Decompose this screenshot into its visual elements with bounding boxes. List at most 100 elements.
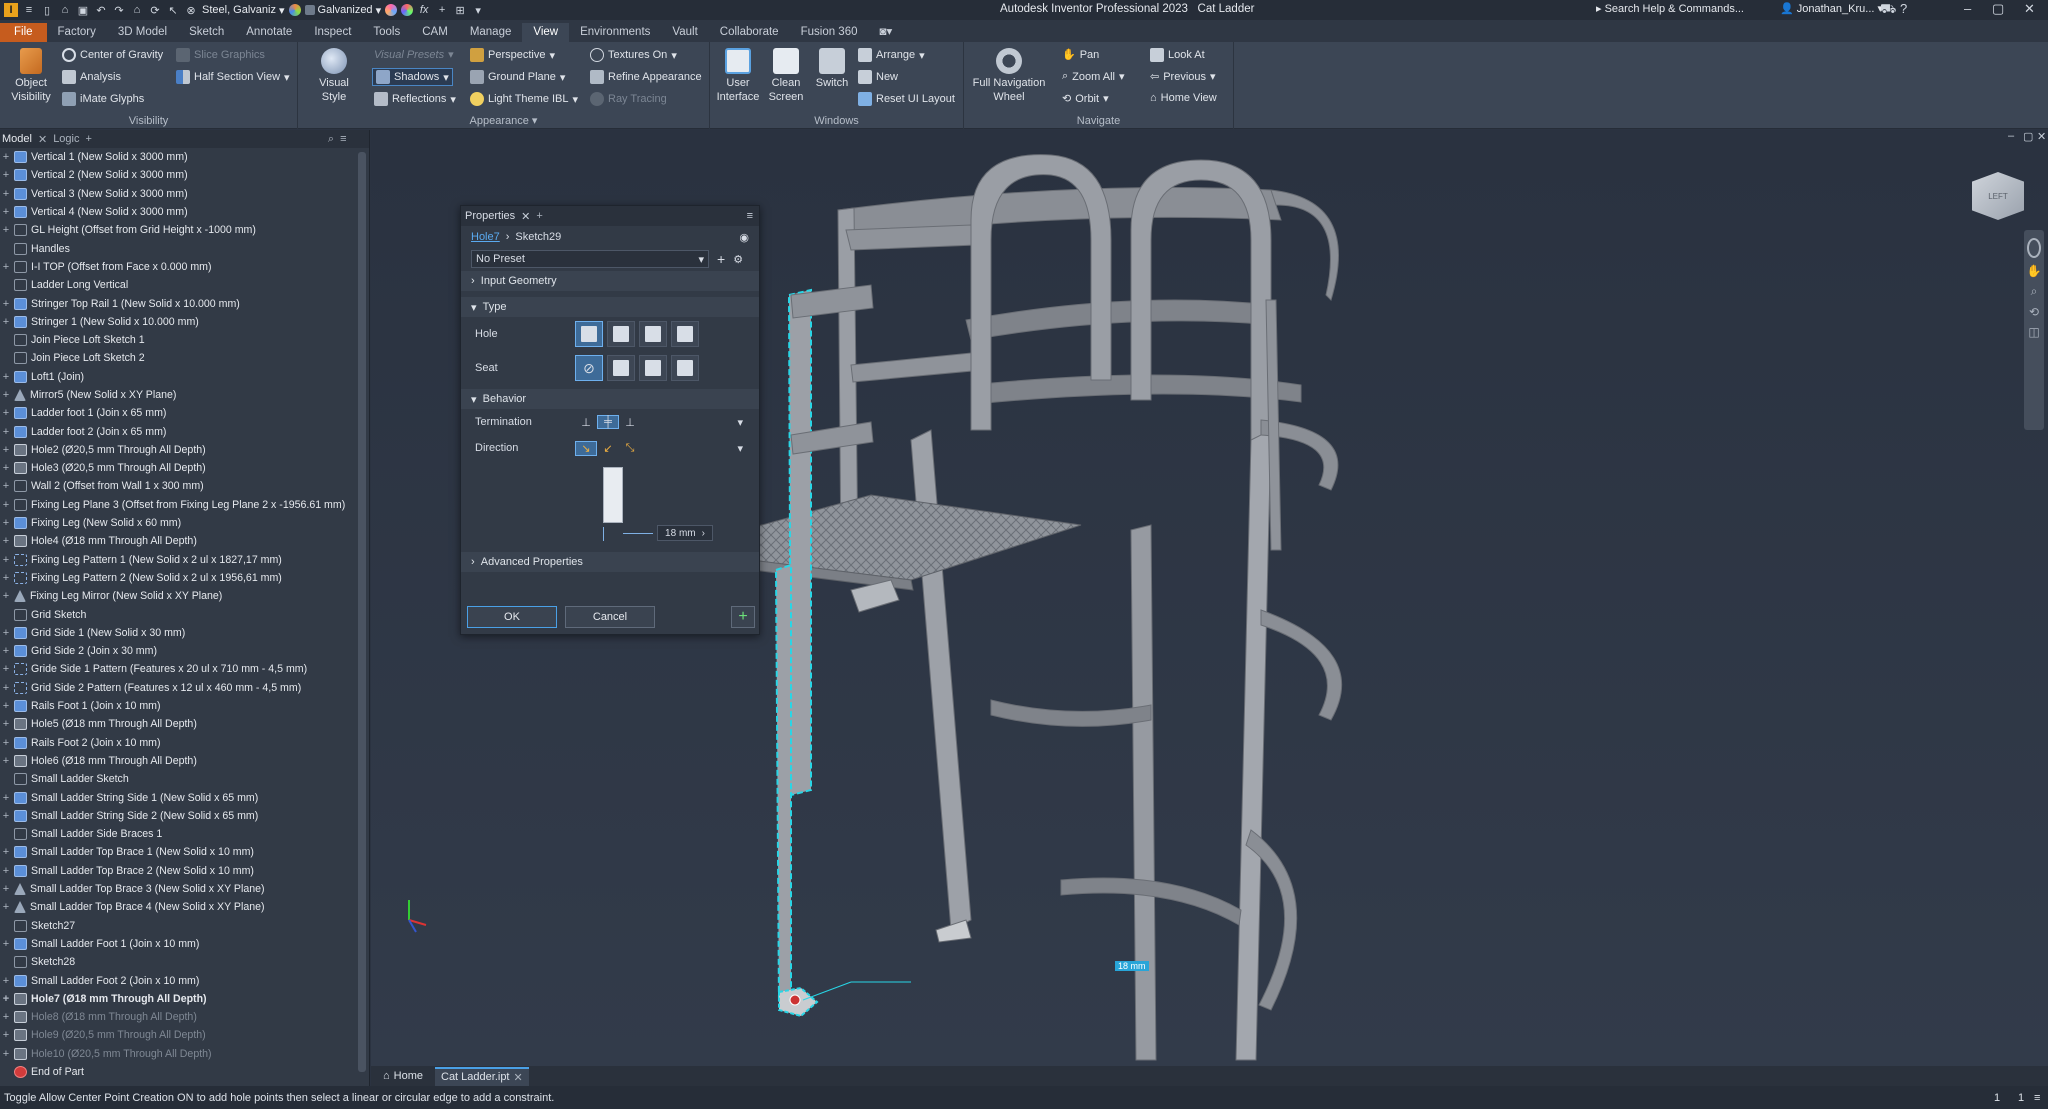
- slice-graphics-button[interactable]: Slice Graphics: [176, 48, 265, 62]
- clear-appearance-icon[interactable]: [401, 4, 413, 16]
- tree-item[interactable]: Join Piece Loft Sketch 1: [0, 331, 356, 349]
- expand-icon[interactable]: +: [0, 627, 12, 639]
- expand-icon[interactable]: +: [0, 792, 12, 804]
- tab-vault[interactable]: Vault: [661, 23, 708, 42]
- tab-model[interactable]: Model: [2, 133, 32, 145]
- previous-view-button[interactable]: ⇦Previous ▾: [1150, 70, 1216, 83]
- appearance-swatch-icon[interactable]: [289, 4, 301, 16]
- add-tab-icon[interactable]: +: [536, 210, 542, 222]
- expand-icon[interactable]: +: [0, 371, 12, 383]
- light-theme-select[interactable]: Light Theme IBL▾: [470, 92, 578, 106]
- tree-item[interactable]: Small Ladder Sketch: [0, 770, 356, 788]
- tab-manage[interactable]: Manage: [459, 23, 523, 42]
- shadows-button[interactable]: Shadows ▾: [372, 68, 453, 86]
- close-viewport-icon[interactable]: ✕: [2037, 130, 2046, 143]
- flip-direction-icon[interactable]: ↙: [597, 442, 619, 455]
- tree-item[interactable]: +Grid Side 2 (Join x 30 mm): [0, 642, 356, 660]
- textures-on-button[interactable]: Textures On▾: [590, 48, 677, 62]
- expand-icon[interactable]: +: [0, 663, 12, 675]
- tree-item[interactable]: +Small Ladder String Side 1 (New Solid x…: [0, 788, 356, 806]
- tab-collaborate[interactable]: Collaborate: [709, 23, 790, 42]
- tree-item[interactable]: +Vertical 3 (New Solid x 3000 mm): [0, 185, 356, 203]
- expand-icon[interactable]: +: [0, 480, 12, 492]
- redo-icon[interactable]: ↷: [112, 3, 126, 17]
- tree-item[interactable]: End of Part: [0, 1063, 356, 1081]
- chevron-down-icon[interactable]: ▾: [737, 442, 743, 455]
- home-icon[interactable]: ⌂: [130, 3, 144, 17]
- tab-fusion-360[interactable]: Fusion 360: [790, 23, 869, 42]
- close-icon[interactable]: ✕: [2024, 1, 2035, 17]
- through-all-termination-icon[interactable]: ╪: [597, 415, 619, 429]
- tree-item[interactable]: Sketch28: [0, 953, 356, 971]
- add-preset-icon[interactable]: +: [717, 251, 725, 267]
- full-navigation-wheel-button[interactable]: Full Navigation Wheel: [970, 48, 1048, 104]
- expand-icon[interactable]: +: [0, 938, 12, 950]
- home-view-button[interactable]: ⌂Home View: [1150, 92, 1217, 104]
- expand-icon[interactable]: +: [0, 590, 12, 602]
- tab-file[interactable]: File: [0, 23, 47, 42]
- tree-item[interactable]: +Small Ladder Top Brace 3 (New Solid x X…: [0, 880, 356, 898]
- expand-icon[interactable]: +: [0, 554, 12, 566]
- eye-icon[interactable]: ◉: [739, 231, 749, 244]
- tree-item[interactable]: +Gride Side 1 Pattern (Features x 20 ul …: [0, 660, 356, 678]
- cart-icon[interactable]: ⛟: [1880, 1, 1896, 19]
- simple-hole-button[interactable]: [575, 321, 603, 347]
- tab-inspect[interactable]: Inspect: [303, 23, 362, 42]
- expand-icon[interactable]: +: [0, 389, 12, 401]
- ilogic-icon[interactable]: ⊞: [453, 3, 467, 17]
- gear-icon[interactable]: ⚙: [733, 253, 743, 266]
- spotface-button[interactable]: [639, 355, 667, 381]
- expand-icon[interactable]: +: [0, 224, 12, 236]
- tree-item[interactable]: +I-I TOP (Offset from Face x 0.000 mm): [0, 258, 356, 276]
- tree-item[interactable]: +Hole3 (Ø20,5 mm Through All Depth): [0, 459, 356, 477]
- tree-item[interactable]: +Hole6 (Ø18 mm Through All Depth): [0, 752, 356, 770]
- half-section-view-button[interactable]: Half Section View▾: [176, 70, 290, 84]
- tab-view[interactable]: View: [522, 23, 569, 42]
- save-icon[interactable]: ▣: [76, 3, 90, 17]
- tree-item[interactable]: +Vertical 4 (New Solid x 3000 mm): [0, 203, 356, 221]
- input-geometry-section[interactable]: › Input Geometry: [461, 271, 759, 291]
- user-interface-button[interactable]: User Interface: [716, 48, 760, 104]
- counterbore-button[interactable]: [607, 355, 635, 381]
- tapped-hole-button[interactable]: [639, 321, 667, 347]
- tree-item[interactable]: Sketch27: [0, 916, 356, 934]
- chevron-down-icon[interactable]: ▾: [471, 3, 485, 17]
- no-seat-button[interactable]: ⊘: [575, 355, 603, 381]
- expand-icon[interactable]: +: [0, 261, 12, 273]
- symmetric-direction-icon[interactable]: ⤡: [619, 442, 641, 455]
- expand-icon[interactable]: +: [0, 810, 12, 822]
- behavior-section[interactable]: ▾ Behavior: [461, 389, 759, 409]
- expand-icon[interactable]: +: [0, 298, 12, 310]
- restore-viewport-icon[interactable]: ▢: [2023, 130, 2033, 143]
- select-icon[interactable]: ↖: [166, 3, 180, 17]
- tree-item[interactable]: +Mirror5 (New Solid x XY Plane): [0, 386, 356, 404]
- diameter-input[interactable]: 18 mm›: [657, 525, 713, 541]
- tree-item[interactable]: +Hole9 (Ø20,5 mm Through All Depth): [0, 1026, 356, 1044]
- expand-icon[interactable]: +: [0, 444, 12, 456]
- open-icon[interactable]: ⌂: [58, 3, 72, 17]
- search-icon[interactable]: ⌕: [328, 133, 334, 146]
- expand-icon[interactable]: +: [0, 169, 12, 181]
- steering-wheel-icon[interactable]: [2027, 238, 2041, 258]
- tree-item[interactable]: +Stringer Top Rail 1 (New Solid x 10.000…: [0, 294, 356, 312]
- arrange-button[interactable]: Arrange ▾: [858, 48, 925, 62]
- expand-icon[interactable]: +: [0, 407, 12, 419]
- tab-tools[interactable]: Tools: [362, 23, 411, 42]
- tree-item[interactable]: +Small Ladder Top Brace 1 (New Solid x 1…: [0, 843, 356, 861]
- tree-item[interactable]: Ladder Long Vertical: [0, 276, 356, 294]
- browser-menu-icon[interactable]: ≡: [340, 133, 346, 145]
- tree-item[interactable]: +Hole8 (Ø18 mm Through All Depth): [0, 1008, 356, 1026]
- tree-item[interactable]: Small Ladder Side Braces 1: [0, 825, 356, 843]
- close-circle-icon[interactable]: ⊗: [184, 3, 198, 17]
- close-icon[interactable]: ✕: [521, 210, 530, 223]
- tab-environments[interactable]: Environments: [569, 23, 661, 42]
- inventor-logo-icon[interactable]: I: [4, 3, 18, 17]
- tab-cat-ladder[interactable]: Cat Ladder.ipt✕: [435, 1067, 529, 1086]
- pan-button[interactable]: ✋Pan: [1062, 48, 1099, 61]
- tree-item[interactable]: +Rails Foot 2 (Join x 10 mm): [0, 734, 356, 752]
- tab-3d-model[interactable]: 3D Model: [107, 23, 178, 42]
- expand-icon[interactable]: +: [0, 572, 12, 584]
- expand-icon[interactable]: +: [0, 901, 12, 913]
- tree-item[interactable]: +Small Ladder Top Brace 2 (New Solid x 1…: [0, 862, 356, 880]
- tab-logic[interactable]: Logic: [53, 133, 79, 145]
